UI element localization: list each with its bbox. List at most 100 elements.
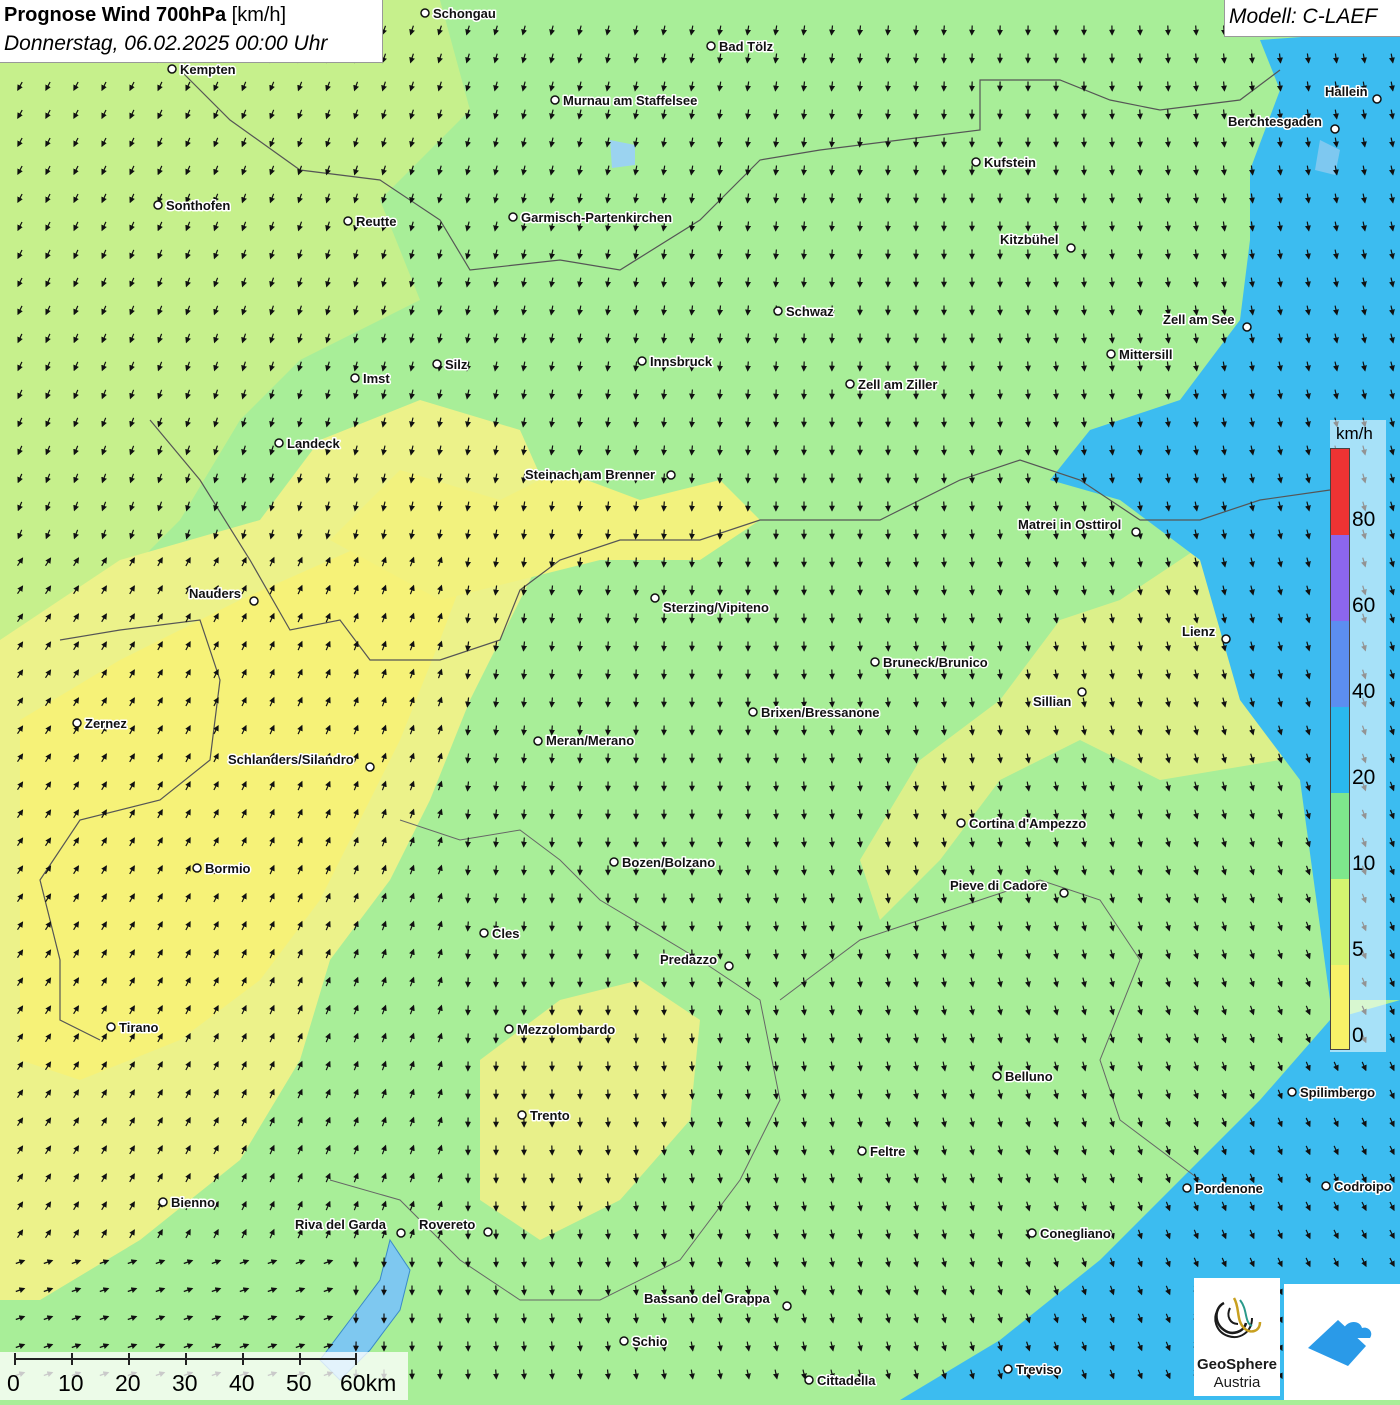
wind-arrow (860, 726, 861, 735)
wind-arrow (664, 1118, 665, 1127)
legend-label-20: 20 (1352, 766, 1375, 790)
scale-label-20: 20 (115, 1370, 141, 1397)
wind-arrow (860, 670, 861, 679)
wind-arrow (1224, 82, 1225, 91)
wind-arrow (776, 922, 777, 931)
wind-arrow (1252, 54, 1253, 63)
wind-arrow (748, 978, 749, 987)
wind-arrow (916, 614, 917, 623)
wind-arrow (1056, 306, 1057, 315)
svg-text:Meran/Merano: Meran/Merano (546, 733, 634, 748)
wind-arrow (692, 502, 693, 511)
map-title-unit: [km/h] (232, 4, 286, 26)
wind-arrow (552, 1286, 553, 1295)
wind-arrow (692, 1090, 693, 1099)
wind-arrow (860, 642, 861, 651)
wind-arrow (552, 1370, 553, 1379)
wind-arrow (524, 810, 525, 819)
city-sonthofen: Sonthofen (154, 198, 230, 213)
wind-arrow (720, 978, 721, 987)
wind-arrow (1140, 138, 1141, 147)
geosphere-swirl-icon (1194, 1288, 1280, 1358)
wind-arrow (748, 1006, 749, 1015)
wind-arrow (720, 362, 721, 371)
wind-arrow (888, 26, 889, 35)
wind-arrow (636, 502, 637, 511)
wind-arrow (636, 558, 637, 567)
wind-arrow (1000, 474, 1001, 483)
wind-arrow (552, 1314, 553, 1323)
svg-text:Kufstein: Kufstein (984, 155, 1036, 170)
wind-arrow (636, 1118, 637, 1127)
geosphere-logo-line1: GeoSphere (1194, 1356, 1280, 1373)
wind-arrow (552, 1258, 553, 1267)
wind-arrow (944, 614, 945, 623)
city-conegliano: Conegliano (1028, 1226, 1111, 1241)
wind-arrow (664, 1062, 665, 1071)
wind-arrow (804, 222, 805, 231)
wind-arrow (636, 586, 637, 595)
city-schongau: Schongau (421, 6, 496, 21)
wind-arrow (832, 726, 833, 735)
geosphere-logo[interactable]: GeoSphere Austria (1194, 1278, 1280, 1396)
wind-arrow (1112, 306, 1113, 315)
wind-arrow (860, 82, 861, 91)
model-box: Modell: C-LAEF (1224, 0, 1400, 37)
wind-arrow (580, 1258, 581, 1267)
legend-seg-5 (1331, 879, 1349, 965)
wind-arrow (636, 1146, 637, 1155)
wind-arrow (888, 110, 889, 119)
wind-arrow (972, 586, 973, 595)
wind-arrow (748, 390, 749, 399)
legend-seg-20 (1331, 707, 1349, 793)
city-brixen: Brixen/Bressanone (749, 705, 880, 720)
svg-text:Innsbruck: Innsbruck (650, 354, 713, 369)
color-legend: km/h 80 60 40 20 10 5 0 (1330, 420, 1386, 1052)
map-title: Prognose Wind 700hPa [km/h] (4, 4, 286, 27)
svg-text:Predazzo: Predazzo (660, 952, 717, 967)
wind-arrow (636, 530, 637, 539)
wind-arrow (1168, 82, 1169, 91)
wind-arrow (720, 922, 721, 931)
svg-text:Treviso: Treviso (1016, 1362, 1062, 1377)
wind-arrow (692, 530, 693, 539)
wind-arrow (804, 194, 805, 203)
wind-arrow (916, 586, 917, 595)
scale-label-50: 50 (286, 1370, 312, 1397)
svg-text:Bozen/Bolzano: Bozen/Bolzano (622, 855, 715, 870)
svg-text:Bassano del Grappa: Bassano del Grappa (644, 1291, 770, 1306)
svg-text:Trento: Trento (530, 1108, 570, 1123)
wind-arrow (1196, 54, 1197, 63)
wind-arrow (664, 446, 665, 455)
wind-arrow (720, 1062, 721, 1071)
svg-text:Bad Tölz: Bad Tölz (719, 39, 774, 54)
svg-text:Reutte: Reutte (356, 214, 396, 229)
wind-arrow (524, 726, 525, 735)
wind-arrow (776, 810, 777, 819)
wind-arrow (832, 754, 833, 763)
wind-arrow (720, 334, 721, 343)
wind-arrow (664, 1034, 665, 1043)
wind-arrow (1112, 194, 1113, 203)
partner-logo[interactable] (1284, 1284, 1400, 1400)
city-innsbruck: Innsbruck (638, 354, 713, 369)
scale-bar: 0 10 20 30 40 50 60km (0, 1352, 408, 1400)
wind-arrow (608, 670, 609, 679)
wind-arrow (748, 278, 749, 287)
wind-arrow (1084, 222, 1085, 231)
wind-arrow (1056, 418, 1057, 427)
wind-arrow (1224, 54, 1225, 63)
wind-arrow (1000, 502, 1001, 511)
wind-arrow (1196, 82, 1197, 91)
wind-arrow (888, 138, 889, 147)
city-garmisch: Garmisch-Partenkirchen (509, 210, 672, 225)
wind-arrow (664, 502, 665, 511)
wind-arrow (580, 586, 581, 595)
wind-arrow (748, 362, 749, 371)
wind-arrow (524, 698, 525, 707)
wind-arrow (888, 670, 889, 679)
wind-arrow (1168, 166, 1169, 175)
wind-arrow (524, 754, 525, 763)
wind-arrow (748, 950, 749, 959)
wind-arrow (1000, 418, 1001, 427)
